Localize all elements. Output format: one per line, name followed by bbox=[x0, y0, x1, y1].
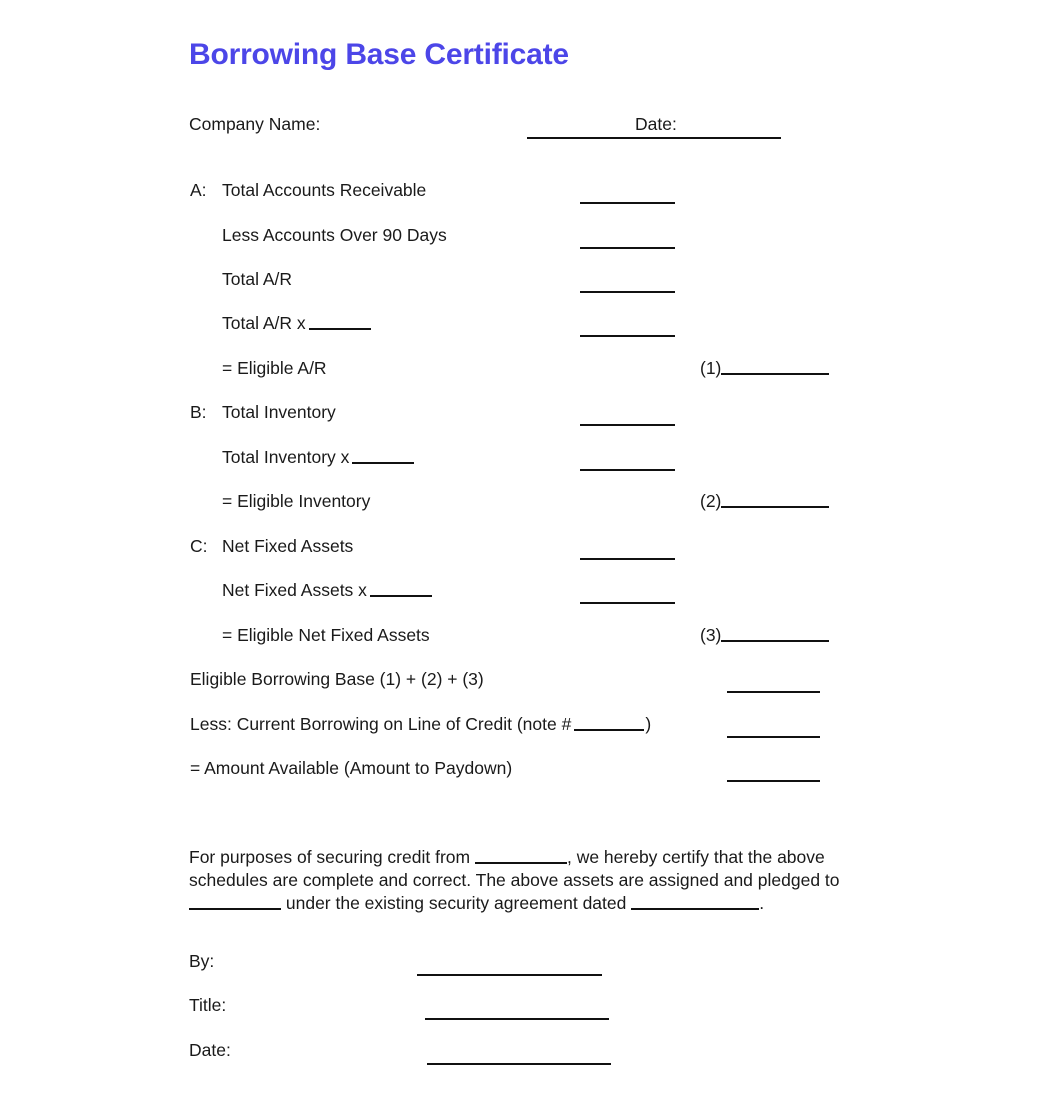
row-label-text: Total A/R x bbox=[222, 313, 306, 333]
result-field-3: (3) bbox=[700, 625, 830, 646]
header-fields: Company Name: Date: bbox=[189, 114, 889, 140]
date-label: Date: bbox=[189, 1040, 231, 1060]
eligible-base-input[interactable] bbox=[727, 691, 820, 693]
title-label: Title: bbox=[189, 995, 227, 1015]
row-label: = Amount Available (Amount to Paydown) bbox=[190, 758, 513, 778]
result-field-1: (1) bbox=[700, 358, 830, 379]
table-row: = Eligible Net Fixed Assets (3) bbox=[0, 625, 1060, 655]
creditor-name-input[interactable] bbox=[474, 849, 567, 864]
row-label: Less Accounts Over 90 Days bbox=[222, 225, 447, 245]
amount-input[interactable] bbox=[580, 424, 675, 426]
result-input[interactable] bbox=[721, 627, 830, 642]
borrower-name-input[interactable] bbox=[189, 895, 281, 910]
certificate-page: Borrowing Base Certificate Company Name:… bbox=[0, 0, 1060, 1103]
date-label: Date: bbox=[635, 114, 677, 134]
result-number-label: (2) bbox=[700, 491, 722, 511]
row-label: = Eligible A/R bbox=[222, 358, 327, 378]
date-input[interactable] bbox=[427, 1063, 611, 1065]
table-row: A: Total Accounts Receivable bbox=[0, 180, 1060, 210]
row-label-text: Less: Current Borrowing on Line of Credi… bbox=[190, 714, 572, 734]
amount-input[interactable] bbox=[580, 558, 675, 560]
certification-text-3: under the existing security agreement da… bbox=[285, 893, 627, 913]
company-name-label: Company Name: bbox=[189, 114, 321, 134]
amount-input[interactable] bbox=[580, 291, 675, 293]
result-input[interactable] bbox=[721, 360, 830, 375]
amount-input[interactable] bbox=[580, 335, 675, 337]
table-row: = Eligible Inventory (2) bbox=[0, 491, 1060, 521]
table-row: = Eligible A/R (1) bbox=[0, 358, 1060, 388]
row-label: = Eligible Inventory bbox=[222, 491, 371, 511]
table-row: Less Accounts Over 90 Days bbox=[0, 225, 1060, 255]
certification-paragraph: For purposes of securing credit from , w… bbox=[189, 846, 883, 915]
row-label: Eligible Borrowing Base (1) + (2) + (3) bbox=[190, 669, 484, 689]
by-label: By: bbox=[189, 951, 215, 971]
date-input[interactable] bbox=[695, 137, 781, 139]
current-borrowing-input[interactable] bbox=[727, 736, 820, 738]
row-label: Net Fixed Assets bbox=[222, 536, 354, 556]
table-row: Total A/R bbox=[0, 269, 1060, 299]
signature-date-row: Date: bbox=[189, 1040, 611, 1066]
row-label-suffix: ) bbox=[645, 714, 652, 734]
summary-row-less-current-borrowing: Less: Current Borrowing on Line of Credi… bbox=[0, 714, 1060, 744]
signature-title-row: Title: bbox=[189, 995, 609, 1021]
row-label: Total Accounts Receivable bbox=[222, 180, 427, 200]
row-label: Less: Current Borrowing on Line of Credi… bbox=[190, 714, 651, 735]
row-label: = Eligible Net Fixed Assets bbox=[222, 625, 430, 645]
row-label: Total Inventory bbox=[222, 402, 336, 422]
multiplier-input[interactable] bbox=[369, 582, 432, 597]
multiplier-input[interactable] bbox=[352, 449, 415, 464]
amount-input[interactable] bbox=[580, 247, 675, 249]
section-letter-b: B: bbox=[190, 402, 207, 422]
by-input[interactable] bbox=[417, 974, 602, 976]
amount-input[interactable] bbox=[580, 469, 675, 471]
table-row: Total A/R x bbox=[0, 313, 1060, 343]
row-label: Total A/R x bbox=[222, 313, 372, 334]
row-label: Total Inventory x bbox=[222, 447, 415, 468]
title-input[interactable] bbox=[425, 1018, 609, 1020]
note-number-input[interactable] bbox=[574, 716, 645, 731]
signature-by-row: By: bbox=[189, 951, 602, 977]
table-row: Net Fixed Assets x bbox=[0, 580, 1060, 610]
section-letter-c: C: bbox=[190, 536, 208, 556]
amount-input[interactable] bbox=[580, 202, 675, 204]
summary-row-eligible-base: Eligible Borrowing Base (1) + (2) + (3) bbox=[0, 669, 1060, 699]
amount-input[interactable] bbox=[580, 602, 675, 604]
section-letter-a: A: bbox=[190, 180, 207, 200]
certification-text-4: . bbox=[759, 893, 765, 913]
result-field-2: (2) bbox=[700, 491, 830, 512]
table-row: Total Inventory x bbox=[0, 447, 1060, 477]
result-number-label: (3) bbox=[700, 625, 722, 645]
row-label: Total A/R bbox=[222, 269, 293, 289]
multiplier-input[interactable] bbox=[308, 315, 371, 330]
page-title: Borrowing Base Certificate bbox=[189, 38, 569, 71]
agreement-date-input[interactable] bbox=[631, 895, 760, 910]
result-number-label: (1) bbox=[700, 358, 722, 378]
table-row: C: Net Fixed Assets bbox=[0, 536, 1060, 566]
certification-text-1: For purposes of securing credit from bbox=[189, 847, 471, 867]
result-input[interactable] bbox=[721, 493, 830, 508]
amount-available-input[interactable] bbox=[727, 780, 820, 782]
row-label-text: Net Fixed Assets x bbox=[222, 580, 367, 600]
summary-row-amount-available: = Amount Available (Amount to Paydown) bbox=[0, 758, 1060, 788]
row-label: Net Fixed Assets x bbox=[222, 580, 433, 601]
table-row: B: Total Inventory bbox=[0, 402, 1060, 432]
row-label-text: Total Inventory x bbox=[222, 447, 350, 467]
